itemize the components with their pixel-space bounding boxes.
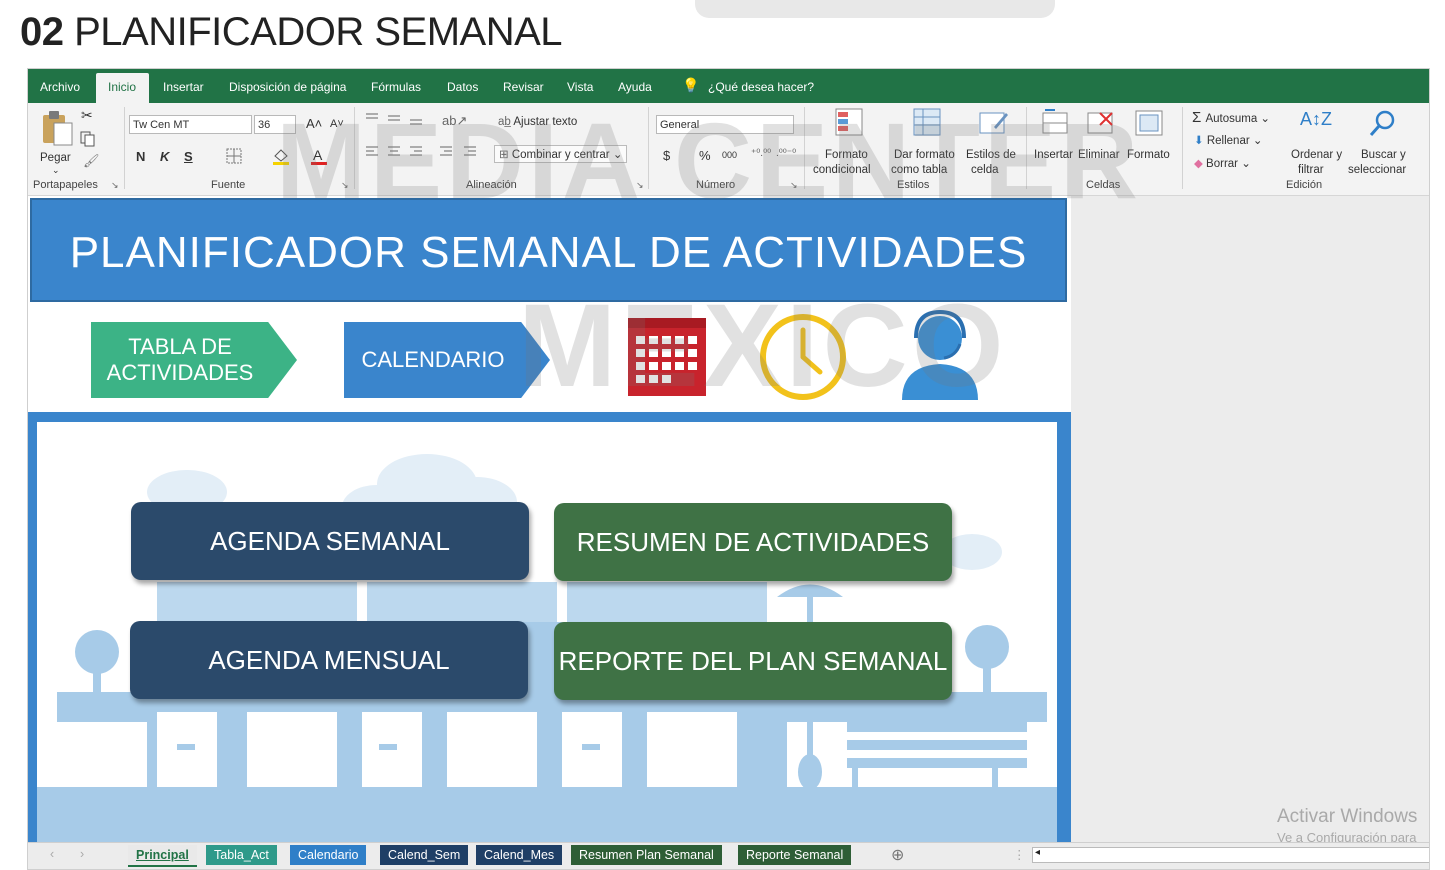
autosum-label: Autosuma [1205, 113, 1258, 125]
clipboard-launcher-icon[interactable]: ↘ [111, 180, 119, 191]
clear-button[interactable]: ◆ Borrar ⌄ [1194, 156, 1251, 170]
tab-disposicion[interactable]: Disposición de página [229, 80, 346, 94]
weekly-plan-report-button[interactable]: REPORTE DEL PLAN SEMANAL [554, 622, 952, 700]
tab-split-handle[interactable]: ⋮ [1013, 847, 1026, 862]
paste-icon[interactable] [40, 109, 74, 147]
page-title-number: 02 [20, 10, 64, 54]
borders-icon[interactable] [226, 148, 242, 164]
tab-vista[interactable]: Vista [567, 80, 593, 94]
sheet-tab[interactable]: Resumen Plan Semanal [571, 845, 722, 865]
clipboard-group-label: Portapapeles [33, 179, 98, 191]
sheet-tab[interactable]: Calendario [290, 845, 367, 865]
monthly-agenda-button[interactable]: AGENDA MENSUAL [130, 621, 528, 699]
scroll-tabs-right-icon[interactable]: › [80, 847, 84, 861]
activities-table-label: TABLA DE ACTIVIDADES [107, 334, 282, 387]
tab-revisar[interactable]: Revisar [503, 80, 544, 94]
copy-icon[interactable] [80, 131, 96, 147]
activities-summary-button[interactable]: RESUMEN DE ACTIVIDADES [554, 503, 952, 581]
eraser-icon: ◆ [1194, 158, 1207, 170]
activities-line-1: TABLA DE [128, 333, 232, 359]
paste-dropdown-icon[interactable]: ⌄ [52, 165, 60, 176]
activities-line-2: ACTIVIDADES [106, 360, 254, 385]
tab-ayuda[interactable]: Ayuda [618, 80, 652, 94]
activate-windows-title: Activar Windows [1277, 806, 1418, 827]
scroll-tabs-left-icon[interactable]: ‹ [50, 847, 54, 861]
horizontal-scrollbar[interactable] [1032, 847, 1429, 863]
page-title-text: PLANIFICADOR SEMANAL [74, 10, 563, 54]
paste-label[interactable]: Pegar [40, 152, 71, 164]
watermark-line-2: MEXICO [518, 280, 1008, 412]
separator [124, 107, 125, 189]
sigma-icon: Σ [1192, 109, 1206, 126]
sheet-tab[interactable]: Principal [128, 845, 197, 867]
sort-filter-label-2[interactable]: filtrar [1298, 164, 1324, 176]
scroll-left-arrow-icon[interactable]: ◂ [1035, 847, 1040, 858]
find-select-label-1[interactable]: Buscar y [1361, 149, 1406, 161]
sheet-tab[interactable]: Tabla_Act [206, 845, 277, 865]
clear-label: Borrar [1206, 158, 1238, 170]
find-select-label-2[interactable]: seleccionar [1348, 164, 1406, 176]
top-decoration [695, 0, 1055, 18]
tab-insertar[interactable]: Insertar [163, 80, 204, 94]
excel-window: Archivo Inicio Insertar Disposición de p… [27, 68, 1430, 870]
sheet-tab[interactable]: Calend_Mes [476, 845, 563, 865]
bold-button[interactable]: N [136, 149, 145, 164]
cut-icon[interactable]: ✂ [81, 107, 93, 124]
weekly-agenda-button[interactable]: AGENDA SEMANAL [131, 502, 529, 580]
page-title: 02 PLANIFICADOR SEMANAL [20, 10, 563, 55]
tab-formulas[interactable]: Fórmulas [371, 80, 421, 94]
sort-filter-label-1[interactable]: Ordenar y [1291, 149, 1342, 161]
separator [1182, 107, 1183, 189]
editing-group-label: Edición [1286, 179, 1323, 191]
lightbulb-icon: 💡 [682, 77, 700, 93]
fill-down-icon: ⬇ [1194, 135, 1207, 147]
font-name-select[interactable]: Tw Cen MT [129, 115, 252, 134]
tab-datos[interactable]: Datos [447, 80, 478, 94]
tell-me-input[interactable]: ¿Qué desea hacer? [708, 80, 814, 94]
tab-inicio[interactable]: Inicio [108, 80, 136, 94]
sort-filter-icon[interactable]: A↕Z [1300, 109, 1332, 130]
watermark-line-1: MEDIA CENTER [276, 100, 1143, 221]
ribbon-tab-bar: Archivo Inicio Insertar Disposición de p… [28, 69, 1429, 103]
italic-button[interactable]: K [160, 149, 169, 164]
sheet-tab[interactable]: Calend_Sem [380, 845, 469, 865]
calendar-label: CALENDARIO [361, 346, 505, 372]
format-painter-icon[interactable]: 🖌 [83, 153, 100, 169]
font-group-label: Fuente [211, 179, 246, 191]
banner-title: PLANIFICADOR SEMANAL DE ACTIVIDADES [69, 228, 1028, 277]
underline-button[interactable]: S [184, 149, 193, 164]
search-icon[interactable] [1368, 109, 1398, 139]
fill-button[interactable]: ⬇ Rellenar ⌄ [1194, 133, 1263, 147]
add-sheet-icon[interactable]: ⊕ [891, 845, 904, 865]
menu-panel: AGENDA SEMANAL RESUMEN DE ACTIVIDADES AG… [37, 422, 1057, 842]
tab-archivo[interactable]: Archivo [40, 80, 80, 94]
autosum-button[interactable]: Σ Autosuma ⌄ [1192, 109, 1270, 126]
sheet-tab[interactable]: Reporte Semanal [738, 845, 852, 865]
fill-label: Rellenar [1206, 135, 1250, 147]
sheet-tab-bar: ‹ › Principal Tabla_Act Calendario Calend_S… [28, 842, 1429, 869]
activities-table-link[interactable]: TABLA DE ACTIVIDADES [91, 322, 297, 398]
